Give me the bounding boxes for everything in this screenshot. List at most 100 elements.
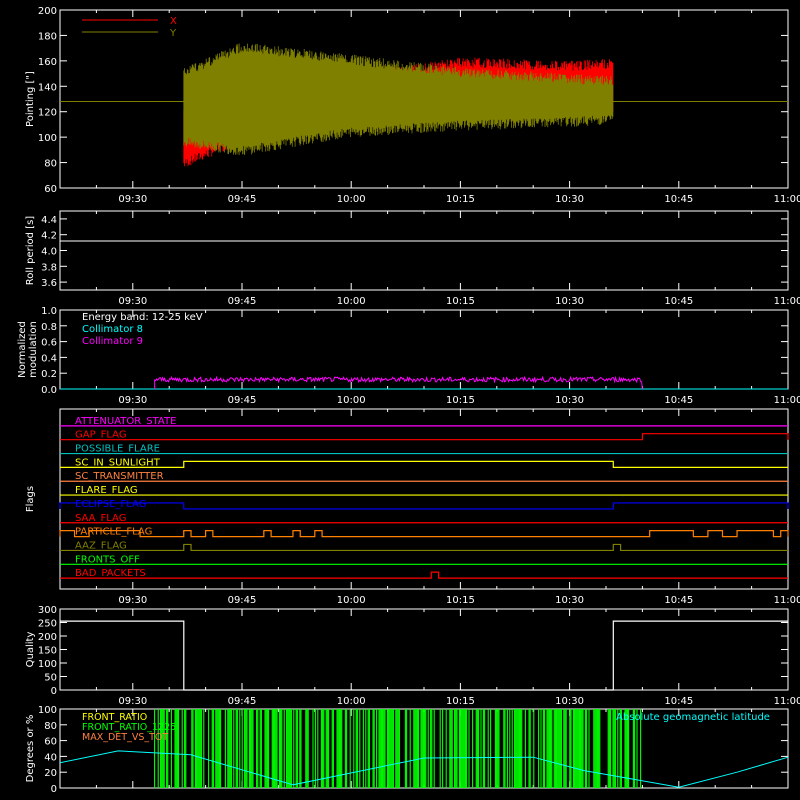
- annotation-text: Collimator 8: [82, 324, 143, 335]
- y-tick-label: 40: [44, 752, 57, 763]
- x-tick-label: 10:15: [446, 696, 475, 707]
- y-tick-label: 0.2: [41, 369, 57, 380]
- y-axis-label: Degrees or %: [25, 715, 36, 783]
- y-tick-label: 0: [51, 686, 57, 697]
- x-tick-label: 09:45: [228, 395, 257, 406]
- legend-label: Y: [169, 28, 177, 39]
- x-tick-label: 10:00: [337, 595, 366, 606]
- y-tick-label: 4.2: [41, 231, 57, 242]
- y-tick-label: 20: [44, 768, 57, 779]
- flag-trace: [60, 571, 788, 579]
- x-tick-label: 10:45: [664, 696, 693, 707]
- y-tick-label: 200: [38, 6, 57, 17]
- y-tick-label: 0.8: [41, 322, 57, 333]
- flag-label: SC_IN_SUNLIGHT: [75, 457, 161, 468]
- y-tick-label: 100: [38, 659, 57, 670]
- legend-label: X: [170, 16, 177, 27]
- y-tick-label: 180: [38, 31, 57, 42]
- x-tick-label: 09:30: [118, 296, 147, 307]
- x-tick-label: 09:30: [118, 595, 147, 606]
- flag-label: SAA_FLAG: [75, 513, 126, 524]
- y-tick-label: 80: [44, 721, 57, 732]
- y-tick-label: 4.4: [41, 215, 57, 226]
- legend-label: MAX_DET_VS_TOT: [82, 732, 168, 743]
- y-tick-label: 50: [44, 673, 57, 684]
- x-tick-label: 10:30: [555, 296, 584, 307]
- y-tick-label: 0.0: [41, 385, 57, 396]
- x-tick-label: 11:00: [774, 696, 800, 707]
- flag-trace: [59, 530, 789, 538]
- y-tick-label: 100: [38, 133, 57, 144]
- y-tick-label: 0.4: [41, 353, 57, 364]
- flag-trace: [60, 460, 788, 468]
- y-tick-label: 3.6: [41, 278, 57, 289]
- y-tick-label: 60: [44, 184, 57, 195]
- x-tick-label: 11:00: [774, 194, 800, 205]
- panel-frame: [59, 210, 789, 291]
- legend-label: Absolute geomagnetic latitude: [616, 712, 770, 723]
- y-tick-label: 0: [51, 784, 57, 795]
- x-tick-label: 11:00: [774, 395, 800, 406]
- y-tick-label: 1.0: [41, 306, 57, 317]
- x-tick-label: 10:45: [664, 194, 693, 205]
- x-tick-label: 10:30: [555, 696, 584, 707]
- y-axis-label: Normalized: [17, 321, 28, 378]
- x-tick-label: 10:30: [555, 194, 584, 205]
- annotation-text: Collimator 9: [82, 336, 143, 347]
- y-tick-label: 60: [44, 737, 57, 748]
- y-tick-label: 250: [38, 619, 57, 630]
- x-tick-label: 10:45: [664, 395, 693, 406]
- quality-trace: [60, 620, 788, 691]
- flag-label: FRONTS_OFF: [75, 554, 140, 565]
- flag-label: ECLIPSE_FLAG: [75, 499, 146, 510]
- x-tick-label: 09:45: [228, 696, 257, 707]
- x-tick-label: 09:45: [228, 194, 257, 205]
- x-tick-label: 11:00: [774, 296, 800, 307]
- flag-label: SC_TRANSMITTER: [75, 471, 164, 482]
- x-tick-label: 10:15: [446, 194, 475, 205]
- x-tick-label: 10:30: [555, 595, 584, 606]
- series-Y-trace: [183, 43, 614, 156]
- x-tick-label: 10:45: [664, 595, 693, 606]
- y-tick-label: 300: [38, 605, 57, 616]
- x-tick-label: 10:15: [446, 595, 475, 606]
- y-tick-label: 0.6: [41, 338, 57, 349]
- x-tick-label: 11:00: [774, 595, 800, 606]
- y-tick-label: 150: [38, 646, 57, 657]
- x-tick-label: 10:30: [555, 395, 584, 406]
- flag-label: AAZ_FLAG: [75, 540, 127, 551]
- x-tick-label: 10:15: [446, 296, 475, 307]
- flag-label: ATTENUATOR_STATE: [75, 416, 176, 427]
- x-tick-label: 10:00: [337, 194, 366, 205]
- flag-trace: [60, 543, 788, 552]
- panel-frame: [59, 408, 789, 590]
- x-tick-label: 09:30: [118, 194, 147, 205]
- flag-label: BAD_PACKETS: [75, 568, 146, 579]
- y-axis-label: Roll period [s]: [25, 216, 36, 285]
- y-tick-label: 4.0: [41, 247, 57, 258]
- y-axis-label: Pointing ["]: [25, 71, 36, 127]
- x-tick-label: 10:45: [664, 296, 693, 307]
- flag-label: GAP_FLAG: [75, 430, 127, 441]
- y-tick-label: 140: [38, 82, 57, 93]
- flag-label: PARTICLE_FLAG: [75, 527, 152, 538]
- y-tick-label: 80: [44, 159, 57, 170]
- front-ratio-1225-bars: [154, 709, 642, 788]
- y-tick-label: 3.8: [41, 262, 57, 273]
- flag-trace: [59, 502, 789, 510]
- y-axis-label: Quality: [25, 632, 36, 668]
- x-tick-label: 10:00: [337, 696, 366, 707]
- y-axis-label: modulation: [28, 321, 39, 378]
- flag-label: FLARE_FLAG: [75, 485, 138, 496]
- x-tick-label: 09:30: [118, 696, 147, 707]
- annotation-text: Energy band: 12-25 keV: [82, 312, 203, 323]
- y-tick-label: 100: [38, 705, 57, 716]
- flag-trace: [60, 433, 789, 441]
- x-tick-label: 10:00: [337, 395, 366, 406]
- x-tick-label: 10:15: [446, 395, 475, 406]
- y-axis-label: Flags: [25, 486, 36, 512]
- x-tick-label: 09:30: [118, 395, 147, 406]
- y-tick-label: 160: [38, 57, 57, 68]
- y-tick-label: 120: [38, 108, 57, 119]
- flag-label: POSSIBLE_FLARE: [75, 444, 160, 455]
